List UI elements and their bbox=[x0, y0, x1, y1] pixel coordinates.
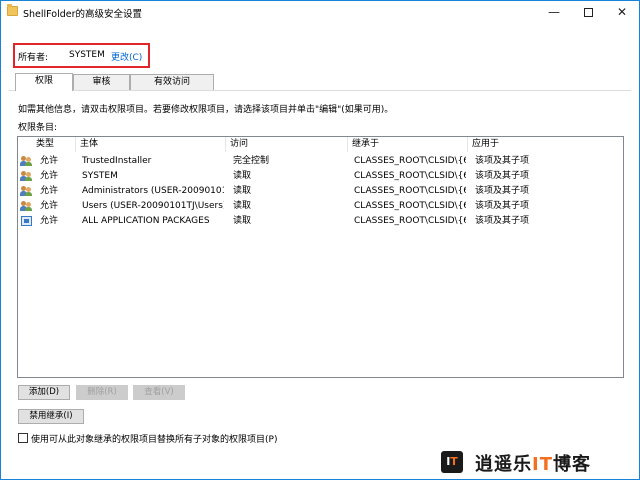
replace-child-permissions-label[interactable]: 使用可从此对象继承的权限项目替换所有子对象的权限项目(P) bbox=[31, 432, 277, 445]
cell-applies-to: 该项及其子项 bbox=[475, 186, 530, 196]
change-owner-link[interactable]: 更改(C) bbox=[111, 50, 142, 63]
permission-entries-label: 权限条目: bbox=[18, 123, 58, 133]
column-header-type[interactable]: 类型 bbox=[32, 137, 76, 152]
cell-access: 读取 bbox=[233, 201, 252, 211]
table-row[interactable]: 允许 ALL APPLICATION PACKAGES 读取 CLASSES_R… bbox=[18, 214, 623, 229]
cell-inherited-from: CLASSES_ROOT\CLSID\{6... bbox=[354, 171, 466, 181]
users-icon bbox=[20, 156, 32, 166]
cell-inherited-from: CLASSES_ROOT\CLSID\{6... bbox=[354, 186, 466, 196]
title-bar[interactable]: ShellFolder的高级安全设置 — ✕ bbox=[1, 1, 639, 23]
folder-icon bbox=[7, 4, 18, 16]
cell-access: 读取 bbox=[233, 186, 252, 196]
view-button[interactable]: 查看(V) bbox=[133, 385, 185, 400]
cell-type: 允许 bbox=[40, 156, 59, 166]
permission-entries-list[interactable]: 类型 主体 访问 继承于 应用于 允许 TrustedInstaller 完全控… bbox=[17, 136, 624, 378]
cell-access: 读取 bbox=[233, 216, 252, 226]
cell-type: 允许 bbox=[40, 171, 59, 181]
package-icon bbox=[21, 216, 32, 226]
cell-principal: Users (USER-20090101TJ\Users) bbox=[82, 201, 224, 211]
cell-type: 允许 bbox=[40, 201, 59, 211]
cell-access: 读取 bbox=[233, 171, 252, 181]
remove-button[interactable]: 删除(R) bbox=[76, 385, 128, 400]
maximize-icon bbox=[583, 7, 593, 17]
cell-type: 允许 bbox=[40, 216, 59, 226]
disable-inheritance-button[interactable]: 禁用继承(I) bbox=[18, 409, 84, 424]
cell-applies-to: 该项及其子项 bbox=[475, 201, 530, 211]
watermark-logo: IT bbox=[441, 451, 463, 473]
cell-access: 完全控制 bbox=[233, 156, 270, 166]
column-header-inherited-from[interactable]: 继承于 bbox=[348, 137, 468, 152]
replace-child-permissions-checkbox[interactable] bbox=[18, 433, 28, 443]
column-header-principal[interactable]: 主体 bbox=[76, 137, 226, 152]
site-watermark: IT 逍遥乐IT博客 bbox=[441, 450, 631, 475]
cell-inherited-from: CLASSES_ROOT\CLSID\{6... bbox=[354, 156, 466, 166]
cell-inherited-from: CLASSES_ROOT\CLSID\{6... bbox=[354, 201, 466, 211]
users-icon bbox=[20, 186, 32, 196]
column-header-access[interactable]: 访问 bbox=[226, 137, 348, 152]
cell-principal: ALL APPLICATION PACKAGES bbox=[82, 216, 210, 226]
watermark-text: 逍遥乐IT博客 bbox=[475, 454, 591, 475]
maximize-button[interactable] bbox=[571, 1, 605, 23]
table-row[interactable]: 允许 Administrators (USER-20090101... 读取 C… bbox=[18, 184, 623, 199]
cell-principal: Administrators (USER-20090101... bbox=[82, 186, 224, 196]
tab-effective-access[interactable]: 有效访问 bbox=[130, 74, 214, 90]
owner-value: SYSTEM bbox=[69, 50, 105, 60]
cell-inherited-from: CLASSES_ROOT\CLSID\{6... bbox=[354, 216, 466, 226]
cell-principal: TrustedInstaller bbox=[82, 156, 152, 166]
close-button[interactable]: ✕ bbox=[605, 1, 639, 23]
minimize-button[interactable]: — bbox=[537, 1, 571, 23]
list-header: 类型 主体 访问 继承于 应用于 bbox=[18, 137, 623, 152]
add-button[interactable]: 添加(D) bbox=[18, 385, 70, 400]
column-header-applies-to[interactable]: 应用于 bbox=[468, 137, 623, 152]
security-settings-window: ShellFolder的高级安全设置 — ✕ 所有者: SYSTEM 更改(C)… bbox=[0, 0, 640, 480]
cell-applies-to: 该项及其子项 bbox=[475, 216, 530, 226]
users-icon bbox=[20, 201, 32, 211]
tab-auditing[interactable]: 审核 bbox=[73, 74, 130, 90]
tab-permissions[interactable]: 权限 bbox=[15, 73, 73, 91]
owner-label: 所有者: bbox=[18, 53, 49, 63]
users-icon bbox=[20, 171, 32, 181]
table-row[interactable]: 允许 SYSTEM 读取 CLASSES_ROOT\CLSID\{6... 该项… bbox=[18, 169, 623, 184]
cell-applies-to: 该项及其子项 bbox=[475, 171, 530, 181]
cell-applies-to: 该项及其子项 bbox=[475, 156, 530, 166]
table-row[interactable]: 允许 Users (USER-20090101TJ\Users) 读取 CLAS… bbox=[18, 199, 623, 214]
cell-principal: SYSTEM bbox=[82, 171, 118, 181]
cell-type: 允许 bbox=[40, 186, 59, 196]
info-text: 如需其他信息，请双击权限项目。若要修改权限项目，请选择该项目并单击"编辑"(如果… bbox=[18, 105, 394, 115]
table-row[interactable]: 允许 TrustedInstaller 完全控制 CLASSES_ROOT\CL… bbox=[18, 154, 623, 169]
window-title: ShellFolder的高级安全设置 bbox=[23, 9, 143, 20]
